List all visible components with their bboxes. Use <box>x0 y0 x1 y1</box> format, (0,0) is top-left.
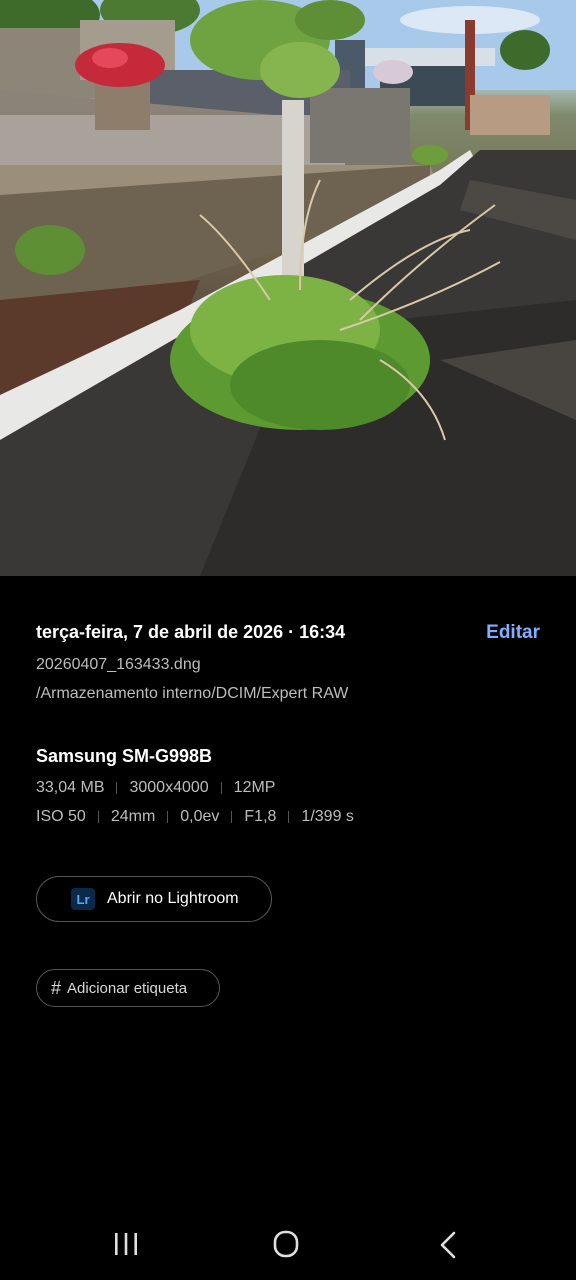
back-button[interactable] <box>428 1228 468 1262</box>
camera-model: Samsung SM-G998B <box>36 746 213 766</box>
focal-length: 24mm <box>110 808 156 825</box>
add-tag-button[interactable]: # Adicionar etiqueta <box>36 969 220 1007</box>
home-icon <box>273 1230 299 1258</box>
divider <box>231 811 233 823</box>
iso: ISO 50 <box>36 808 86 825</box>
back-icon <box>440 1231 456 1259</box>
divider <box>288 811 290 823</box>
file-name: 20260407_163433.dng <box>36 656 201 673</box>
home-button[interactable] <box>266 1228 306 1262</box>
file-path: /Armazenamento interno/DCIM/Expert RAW <box>36 685 349 702</box>
shutter-speed: 1/399 s <box>301 808 354 825</box>
divider <box>167 811 169 823</box>
aperture: F1,8 <box>244 808 277 825</box>
recent-apps-button[interactable] <box>106 1228 146 1262</box>
exposure-value: 0,0ev <box>180 808 220 825</box>
hashtag-icon: # <box>51 977 62 998</box>
open-in-lightroom-button[interactable]: Lr Abrir no Lightroom <box>36 876 272 922</box>
photo-image <box>0 0 576 576</box>
file-info-row: 33,04 MB 3000x4000 12MP <box>36 779 275 797</box>
divider <box>97 811 99 823</box>
lightroom-icon: Lr <box>71 888 95 910</box>
photo-preview[interactable] <box>0 0 576 576</box>
resolution: 3000x4000 <box>129 779 209 796</box>
exposure-info-row: ISO 50 24mm 0,0ev F1,8 1/399 s <box>36 808 354 826</box>
add-tag-label: Adicionar etiqueta <box>67 979 188 997</box>
edit-button[interactable]: Editar <box>486 622 540 644</box>
recent-apps-icon <box>115 1233 137 1255</box>
megapixels: 12MP <box>233 779 276 796</box>
divider <box>116 782 118 794</box>
open-in-lightroom-label: Abrir no Lightroom <box>107 890 239 907</box>
divider <box>220 782 222 794</box>
file-size: 33,04 MB <box>36 779 105 796</box>
capture-datetime: terça-feira, 7 de abril de 2026 · 16:34 <box>36 622 346 642</box>
